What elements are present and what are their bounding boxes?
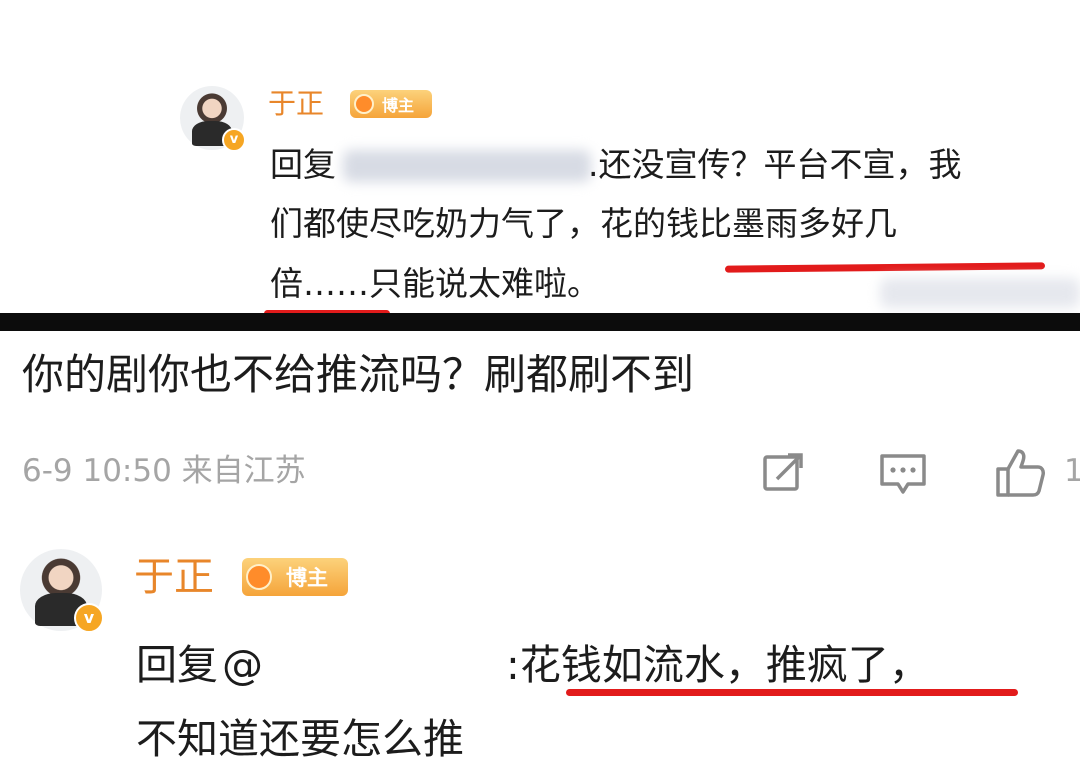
badge-label: 博主 xyxy=(286,566,328,590)
redacted-username xyxy=(343,150,591,182)
avatar[interactable]: v xyxy=(180,86,246,152)
comment-panel: 你的剧你也不给推流吗？刷都刷不到 6-9 10:50 来自江苏 1 v 于正 博… xyxy=(0,331,1080,772)
reply-text-line3: 倍……只能说太难啦。 xyxy=(270,264,600,303)
mention-at[interactable]: @ xyxy=(222,638,263,692)
comment-text: 你的剧你也不给推流吗？刷都刷不到 xyxy=(22,350,695,399)
redacted-area xyxy=(880,278,1080,308)
screenshot-divider xyxy=(0,313,1080,331)
comment-icon[interactable] xyxy=(878,450,928,498)
author-name[interactable]: 于正 xyxy=(134,552,214,602)
reply-prefix: 回复 xyxy=(136,641,218,689)
reply-prefix: 回复 xyxy=(270,145,336,184)
badge-label: 博主 xyxy=(382,96,415,115)
blogger-badge: 博主 xyxy=(242,558,348,596)
highlight-underline xyxy=(566,689,1018,696)
highlight-underline xyxy=(724,262,1046,273)
like-count: 1 xyxy=(1064,453,1080,489)
reply-text-line1: :花钱如流水，推疯了， xyxy=(506,641,930,689)
share-icon[interactable] xyxy=(760,448,808,496)
verified-icon: v xyxy=(222,128,246,152)
blogger-badge: 博主 xyxy=(350,90,432,118)
avatar[interactable]: v xyxy=(20,549,104,633)
author-name[interactable]: 于正 xyxy=(268,86,324,122)
verified-icon: v xyxy=(74,603,104,633)
comment-meta: 6-9 10:50 来自江苏 xyxy=(22,453,306,489)
reply-text-line2: 不知道还要怎么推 xyxy=(136,715,464,763)
medal-icon xyxy=(246,564,272,590)
medal-icon xyxy=(354,94,374,114)
reply-text-line1: .还没宣传？平台不宣，我 xyxy=(588,145,962,184)
top-comment-panel: v 于正 博主 回复 .还没宣传？平台不宣，我 们都使尽吃奶力气了，花的钱比墨雨… xyxy=(0,0,1080,317)
reply-text-line2: 们都使尽吃奶力气了，花的钱比墨雨多好几 xyxy=(270,204,897,243)
like-icon[interactable] xyxy=(994,445,1048,499)
